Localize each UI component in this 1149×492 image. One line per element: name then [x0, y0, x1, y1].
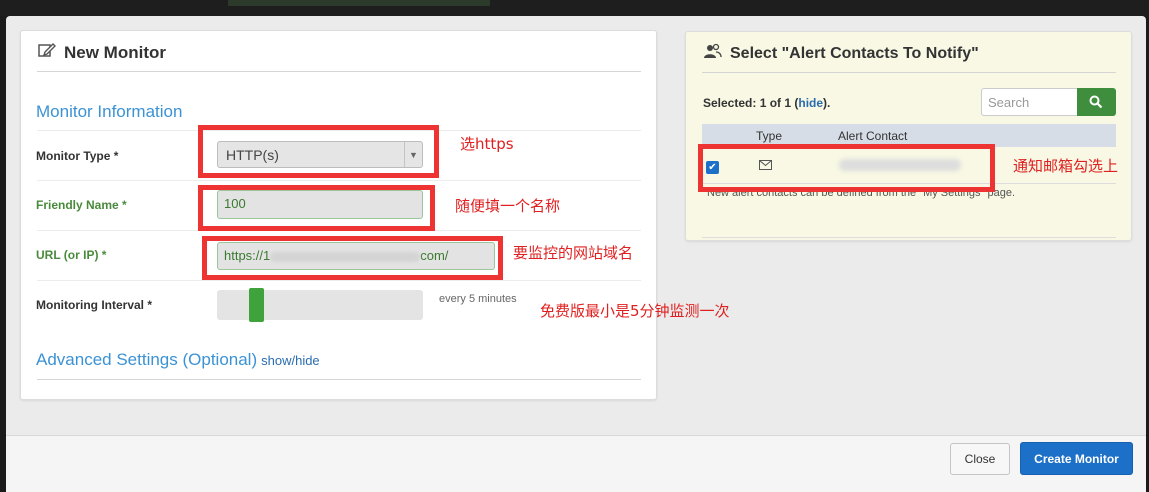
annotation-note-email: 通知邮箱勾选上 — [1013, 157, 1119, 175]
new-monitor-modal: New Monitor Monitor Information Monitor … — [6, 16, 1146, 492]
annotation-note-url: 要监控的网站域名 — [513, 244, 634, 262]
annotation-note-https: 选https — [460, 135, 514, 153]
slider-handle[interactable] — [249, 288, 264, 322]
monitor-type-label: Monitor Type * — [36, 149, 119, 163]
users-icon — [704, 43, 722, 64]
advanced-settings-text: Advanced Settings (Optional) — [36, 350, 258, 369]
url-label: URL (or IP) * — [36, 248, 107, 262]
advanced-divider — [37, 379, 641, 380]
search-button[interactable] — [1077, 88, 1116, 116]
friendly-name-label: Friendly Name * — [36, 198, 127, 212]
new-monitor-title-text: New Monitor — [64, 42, 166, 62]
search-icon — [1089, 95, 1103, 109]
col-alert-contact: Alert Contact — [838, 129, 908, 143]
row-divider — [702, 237, 1116, 238]
row-divider — [37, 180, 641, 181]
title-divider — [37, 71, 641, 72]
close-button[interactable]: Close — [950, 443, 1010, 475]
alert-contacts-title: Select "Alert Contacts To Notify" — [704, 43, 979, 64]
new-monitor-title: New Monitor — [38, 42, 166, 63]
create-monitor-button[interactable]: Create Monitor — [1020, 442, 1133, 475]
interval-hint: every 5 minutes — [439, 293, 517, 305]
show-hide-link[interactable]: show/hide — [261, 353, 320, 368]
interval-slider[interactable] — [217, 288, 423, 322]
selected-suffix: ). — [823, 96, 831, 110]
selected-prefix: Selected: 1 of 1 ( — [703, 96, 799, 110]
annotation-box-url — [202, 236, 503, 280]
annotation-box-email — [698, 144, 995, 192]
col-type: Type — [756, 129, 783, 143]
background-decoration — [228, 0, 490, 6]
hide-link[interactable]: hide — [798, 96, 823, 110]
selected-count: Selected: 1 of 1 (hide). — [703, 96, 830, 110]
edit-icon — [38, 42, 56, 63]
monitoring-interval-label: Monitoring Interval * — [36, 298, 153, 312]
advanced-settings-heading: Advanced Settings (Optional) show/hide — [36, 350, 320, 370]
monitor-information-heading: Monitor Information — [36, 102, 183, 121]
annotation-note-interval: 免费版最小是5分钟监测一次 — [540, 302, 730, 320]
annotation-note-name: 随便填一个名称 — [455, 197, 561, 215]
annotation-box-monitor-type — [198, 125, 439, 178]
annotation-box-friendly-name — [198, 185, 435, 231]
alert-title-divider — [702, 72, 1116, 73]
alert-contacts-title-text: Select "Alert Contacts To Notify" — [730, 44, 979, 62]
contact-search-input[interactable]: Search — [981, 88, 1078, 116]
background-top-strip — [0, 0, 1149, 16]
row-divider — [37, 280, 641, 281]
